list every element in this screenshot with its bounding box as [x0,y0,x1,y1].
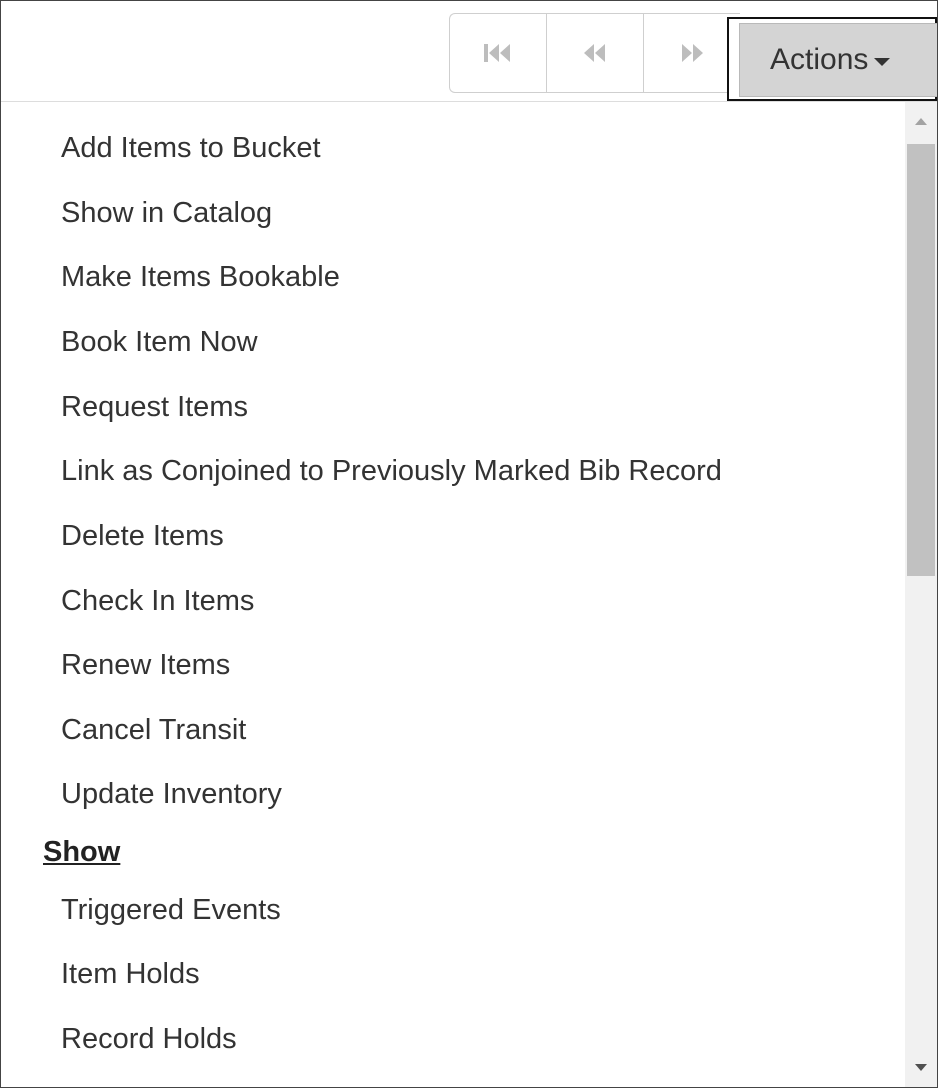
skip-to-start-icon [484,44,510,62]
menu-item-item-holds[interactable]: Item Holds [61,957,200,991]
menu-item-show-in-catalog[interactable]: Show in Catalog [61,196,272,230]
fast-forward-icon [682,44,703,62]
menu-scrollbar[interactable] [905,102,937,1087]
menu-item-delete-items[interactable]: Delete Items [61,519,224,553]
actions-dropdown-window: Actions Add Items to Bucket Show in Cata… [0,0,938,1088]
menu-item-add-items-to-bucket[interactable]: Add Items to Bucket [61,131,321,165]
menu-item-cancel-transit[interactable]: Cancel Transit [61,713,246,747]
scroll-down-arrow-icon[interactable] [915,1064,927,1071]
actions-button-face[interactable]: Actions [739,23,937,97]
toolbar: Actions [1,1,937,102]
menu-item-request-items[interactable]: Request Items [61,390,248,424]
scroll-up-arrow-icon[interactable] [915,118,927,125]
menu-item-update-inventory[interactable]: Update Inventory [61,777,282,811]
menu-section-header-show: Show [43,836,121,868]
menu-item-triggered-events[interactable]: Triggered Events [61,893,281,927]
menu-item-make-items-bookable[interactable]: Make Items Bookable [61,260,340,294]
menu-item-record-holds[interactable]: Record Holds [61,1022,237,1056]
pager-button-group [449,13,740,93]
actions-button[interactable]: Actions [727,17,937,101]
menu-item-link-as-conjoined[interactable]: Link as Conjoined to Previously Marked B… [61,454,722,488]
menu-item-book-item-now[interactable]: Book Item Now [61,325,258,359]
menu-item-check-in-items[interactable]: Check In Items [61,584,254,618]
previous-page-button[interactable] [546,13,643,93]
caret-down-icon [874,58,891,66]
next-page-button[interactable] [643,13,740,93]
menu-item-renew-items[interactable]: Renew Items [61,648,230,682]
actions-label: Actions [770,43,869,76]
first-page-button[interactable] [449,13,546,93]
scrollbar-thumb[interactable] [907,144,935,576]
rewind-icon [584,44,605,62]
actions-menu: Add Items to Bucket Show in Catalog Make… [1,102,905,1087]
